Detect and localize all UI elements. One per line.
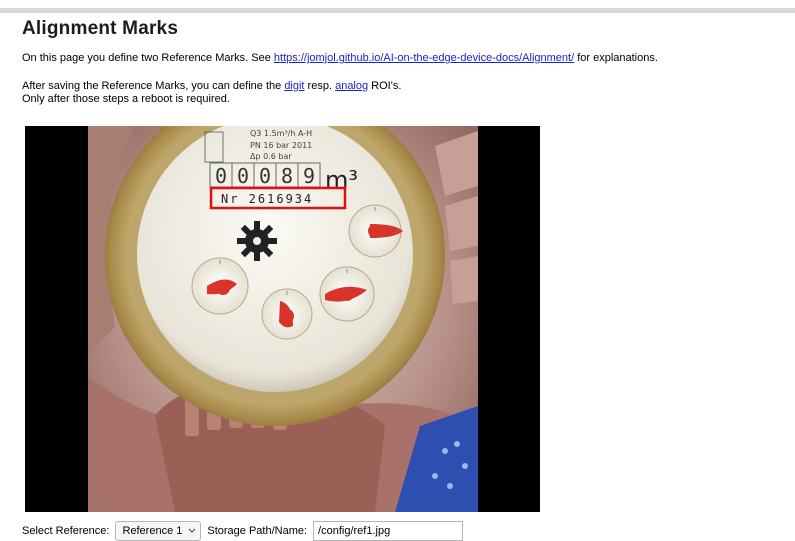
resp-text: resp. <box>304 80 336 92</box>
meter-header-2: PN 16 bar 2011 <box>250 141 312 150</box>
intro-text-suffix: for explanations. <box>574 52 658 64</box>
chevron-down-icon <box>188 525 196 537</box>
counter-digit: 0 <box>215 164 227 188</box>
meter-photo: Q3 1.5m³/h A-H PN 16 bar 2011 Δp 0.6 bar… <box>88 126 478 512</box>
instructions-text-prefix: After saving the Reference Marks, you ca… <box>22 80 285 92</box>
counter-digit: 9 <box>303 164 315 188</box>
analog-roi-link[interactable]: analog <box>335 80 368 92</box>
counter-digit: 0 <box>237 164 249 188</box>
top-divider <box>0 8 795 13</box>
page-title: Alignment Marks <box>22 18 179 39</box>
intro-text-prefix: On this page you define two Reference Ma… <box>22 52 274 64</box>
select-reference-label: Select Reference: <box>22 525 110 537</box>
storage-path-label: Storage Path/Name: <box>207 525 308 537</box>
reference-select[interactable]: Reference 1 <box>115 521 202 541</box>
camera-image[interactable]: Q3 1.5m³/h A-H PN 16 bar 2011 Δp 0.6 bar… <box>25 126 540 512</box>
reboot-note: Only after those steps a reboot is requi… <box>22 93 230 105</box>
intro-paragraph: On this page you define two Reference Ma… <box>22 52 658 64</box>
meter-header-1: Q3 1.5m³/h A-H <box>250 129 312 138</box>
docs-link[interactable]: https://jomjol.github.io/AI-on-the-edge-… <box>274 52 574 64</box>
reference-controls: Select Reference: Reference 1 Storage Pa… <box>22 521 464 541</box>
unit-label: m³ <box>325 166 358 194</box>
reference-select-value: Reference 1 <box>122 525 183 537</box>
counter-digit: 0 <box>259 164 271 188</box>
analog-dial <box>191 257 249 315</box>
meter-header-3: Δp 0.6 bar <box>250 152 292 161</box>
storage-path-input[interactable]: /config/ref1.jpg <box>313 521 464 541</box>
analog-dial <box>261 288 313 340</box>
analog-dial <box>319 266 375 322</box>
instructions-paragraph: After saving the Reference Marks, you ca… <box>22 80 401 106</box>
star-wheel <box>237 221 277 261</box>
digit-roi-link[interactable]: digit <box>284 80 304 92</box>
instructions-text-suffix: ROI's. <box>368 80 402 92</box>
serial-number: Nr 2616934 <box>221 192 313 206</box>
counter-digit: 8 <box>281 164 293 188</box>
